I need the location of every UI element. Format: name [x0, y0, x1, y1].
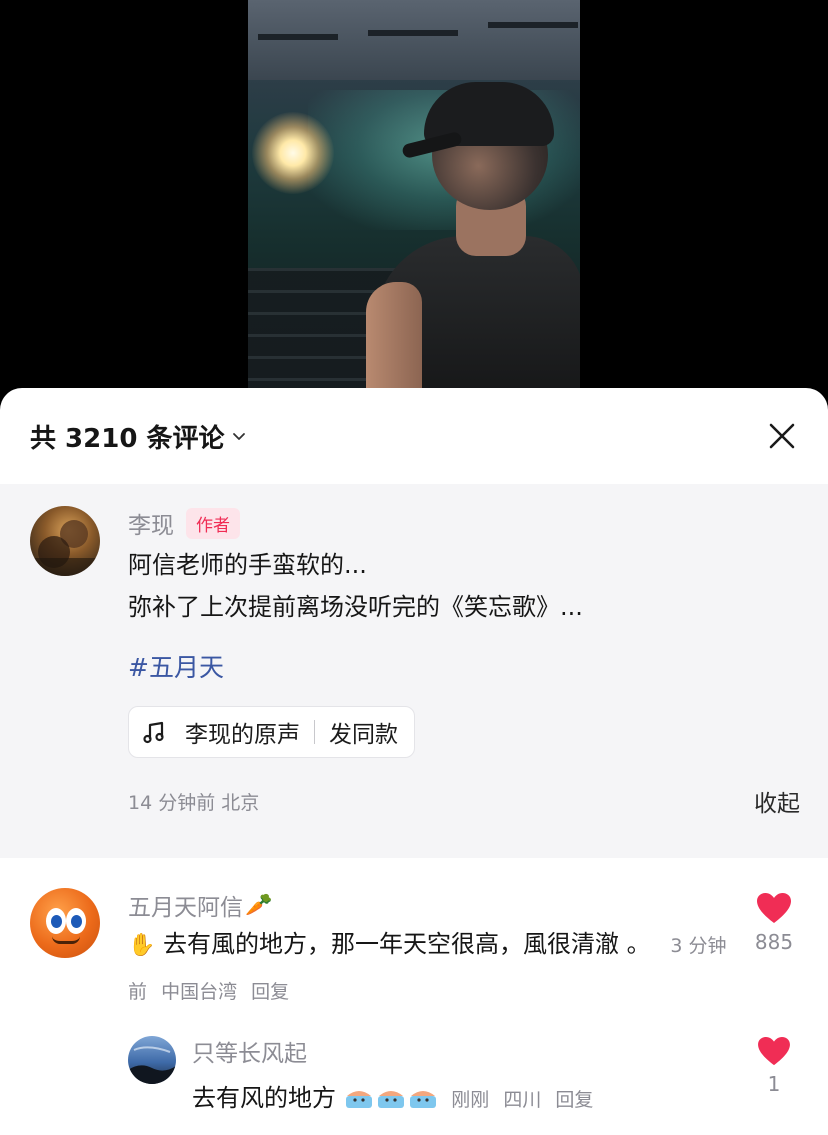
reply-avatar-image: [128, 1046, 176, 1084]
comments-sheet: 共 3210 条评论 李现 作者 阿信老师的手蛮软的... 弥补了上次提前离场没…: [0, 388, 828, 1135]
reply-button[interactable]: 回复: [251, 981, 289, 1003]
comment-location: 四川: [503, 1089, 542, 1111]
comment-line: 弥补了上次提前离场没听完的《笑忘歌》...: [128, 593, 583, 621]
comment-count-title: 共 3210 条评论: [30, 423, 225, 454]
avatar[interactable]: [30, 888, 100, 958]
stage-truss: [488, 22, 578, 28]
comment-text: ✋ 去有風的地方，那一年天空很高，風很清澈 。 3 分钟前 中国台湾 回复: [128, 922, 728, 1014]
comment-line: 阿信老师的手蛮软的...: [128, 551, 367, 579]
comment-username[interactable]: 李现: [128, 506, 174, 540]
video-player[interactable]: [248, 0, 580, 390]
divider: [314, 720, 315, 744]
close-icon: [769, 423, 795, 449]
author-comment: 李现 作者 阿信老师的手蛮软的... 弥补了上次提前离场没听完的《笑忘歌》...…: [0, 484, 828, 858]
comment-text: 阿信老师的手蛮软的... 弥补了上次提前离场没听完的《笑忘歌》...: [128, 544, 798, 628]
stage-spotlight: [252, 112, 334, 194]
comment-username[interactable]: 只等长风起: [192, 1034, 307, 1068]
use-sound-button[interactable]: 发同款: [329, 715, 398, 749]
avatar[interactable]: [30, 506, 100, 576]
avatar[interactable]: [128, 1036, 176, 1084]
carrot-emoji: 🥕: [245, 892, 273, 918]
avatar-mustache: [52, 936, 80, 944]
video-area[interactable]: [0, 0, 828, 410]
author-avatar-image: [30, 520, 100, 576]
cake-emoji-icon: [345, 1091, 372, 1108]
comment-content: 去有風的地方，那一年天空很高，風很清澈 。: [163, 930, 651, 958]
reply-item: 只等长风起 去有风的地方 刚刚 四川 回复 1: [0, 1014, 828, 1122]
comment-location: 中国台湾: [161, 981, 238, 1003]
comment-content: 去有风的地方: [192, 1084, 336, 1112]
sound-label: 李现的原声: [185, 722, 300, 748]
avatar-eye: [46, 908, 66, 934]
like-count: 885: [754, 930, 794, 954]
comment-time: 刚刚: [451, 1089, 490, 1111]
close-button[interactable]: [764, 418, 800, 454]
reply-button[interactable]: 回复: [555, 1089, 593, 1111]
cake-emoji-icon: [377, 1091, 404, 1108]
heart-icon: [757, 893, 791, 923]
cake-emoji-icon: [409, 1091, 436, 1108]
comment-item: 五月天阿信 🥕 ✋ 去有風的地方，那一年天空很高，風很清澈 。 3 分钟前 中国…: [0, 858, 828, 1014]
hashtag-link[interactable]: #五月天: [128, 648, 224, 688]
chevron-down-icon: [233, 433, 246, 440]
author-badge: 作者: [186, 507, 240, 539]
person-silhouette: [366, 82, 580, 390]
original-sound-chip[interactable]: 李现的原声 发同款: [128, 706, 415, 758]
stadium-roof: [248, 0, 580, 80]
like-count: 1: [767, 1072, 781, 1096]
comment-count-selector[interactable]: 共 3210 条评论: [30, 418, 246, 455]
stage-truss: [258, 34, 338, 40]
like-button[interactable]: 885: [750, 892, 798, 954]
raised-hand-emoji: ✋: [128, 933, 156, 958]
comment-text: 去有风的地方 刚刚 四川 回复: [192, 1076, 728, 1122]
comment-meta: 刚刚 四川 回复: [451, 1089, 601, 1111]
comment-username[interactable]: 五月天阿信: [128, 888, 243, 922]
stage-truss: [368, 30, 458, 36]
comment-meta: 14 分钟前 北京: [128, 791, 260, 814]
like-button[interactable]: 1: [750, 1036, 798, 1096]
avatar-eye: [66, 908, 86, 934]
collapse-button[interactable]: 收起: [754, 784, 800, 818]
music-note-icon: [143, 721, 164, 744]
sheet-header: 共 3210 条评论: [0, 388, 828, 484]
heart-icon: [758, 1036, 790, 1066]
